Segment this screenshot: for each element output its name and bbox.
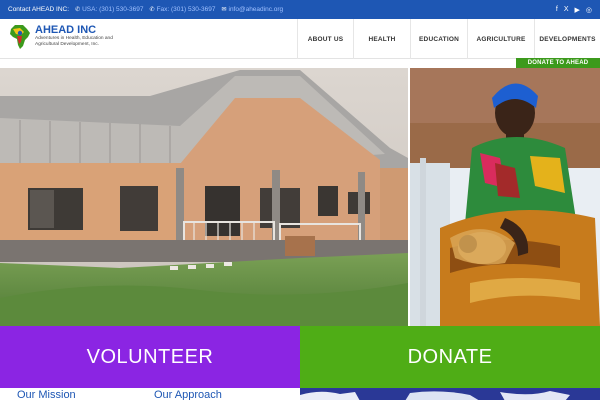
usa-phone-link[interactable]: ✆ USA: (301) 530-3697 [75, 6, 143, 13]
facebook-icon[interactable]: f [556, 6, 558, 14]
instagram-icon[interactable]: ◎ [586, 6, 592, 14]
bottom-section: Our Mission Our Approach [0, 388, 600, 400]
nav-item-developments[interactable]: DEVELOPMENTS [534, 19, 600, 59]
mother-child-photo [410, 68, 600, 326]
volunteer-label: VOLUNTEER [86, 345, 214, 368]
youtube-icon[interactable]: ▶ [575, 6, 580, 14]
donate-to-ahead-button[interactable]: DONATE TO AHEAD [516, 58, 600, 68]
volunteer-button[interactable]: VOLUNTEER [0, 326, 300, 388]
top-contact-bar: Contact AHEAD INC: ✆ USA: (301) 530-3697… [0, 0, 600, 19]
world-map-image [300, 388, 600, 400]
fax-link[interactable]: ✆ Fax: (301) 530-3697 [150, 6, 216, 13]
site-header: AHEAD INC Adventures in Health, Educatio… [0, 19, 600, 59]
logo-name: AHEAD INC [35, 24, 97, 36]
site-logo[interactable]: AHEAD INC Adventures in Health, Educatio… [8, 24, 125, 50]
our-approach-heading: Our Approach [154, 389, 222, 400]
email-link[interactable]: ✉ info@aheadinc.org [221, 6, 283, 13]
social-links: f X ▶ ◎ [556, 6, 592, 14]
fax-text: Fax: (301) 530-3697 [156, 6, 216, 13]
logo-tagline: Adventures in Health, Education and Agri… [35, 36, 113, 47]
our-mission-heading: Our Mission [17, 389, 76, 400]
envelope-icon: ✉ [221, 7, 227, 13]
nav-item-health[interactable]: HEALTH [353, 19, 410, 59]
email-text: info@aheadinc.org [228, 6, 284, 13]
building-photo [0, 68, 408, 326]
africa-logo-icon [8, 24, 32, 50]
phone-icon: ✆ [75, 7, 81, 13]
x-icon[interactable]: X [564, 6, 569, 14]
usa-phone-text: USA: (301) 530-3697 [82, 6, 144, 13]
contact-label: Contact AHEAD INC: [8, 6, 70, 13]
main-nav: ABOUT US HEALTH EDUCATION AGRICULTURE DE… [297, 19, 600, 59]
phone-icon: ✆ [149, 7, 155, 13]
donate-label: DONATE [407, 345, 493, 368]
nav-item-about-us[interactable]: ABOUT US [297, 19, 353, 59]
donate-button[interactable]: DONATE [300, 326, 600, 388]
nav-item-agriculture[interactable]: AGRICULTURE [467, 19, 534, 59]
nav-item-education[interactable]: EDUCATION [410, 19, 467, 59]
